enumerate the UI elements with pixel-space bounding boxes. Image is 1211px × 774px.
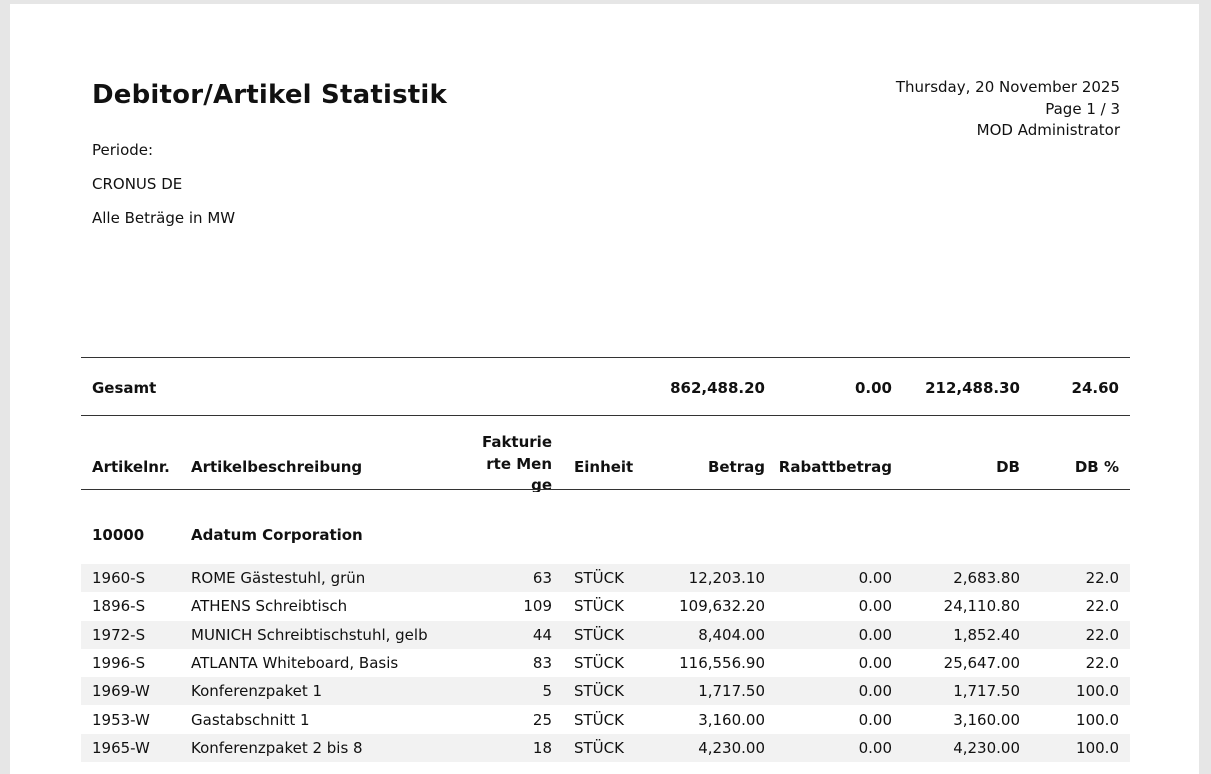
cell-beschreibung: Konferenzpaket 2 bis 8 xyxy=(191,739,363,757)
cell-betrag: 8,404.00 xyxy=(698,626,765,644)
col-db: DB xyxy=(996,458,1020,476)
cell-artikelnr: 1996-S xyxy=(92,654,146,672)
cell-db-pct: 100.0 xyxy=(1076,682,1119,700)
company-name: CRONUS DE xyxy=(92,175,183,193)
cell-db-pct: 22.0 xyxy=(1085,569,1119,587)
cell-menge: 18 xyxy=(532,739,552,757)
table-row: 1969-W Konferenzpaket 1 5 STÜCK 1,717.50… xyxy=(81,677,1130,705)
cell-menge: 44 xyxy=(532,626,552,644)
cell-db-pct: 100.0 xyxy=(1076,711,1119,729)
cell-rabatt: 0.00 xyxy=(858,626,892,644)
report-title: Debitor/Artikel Statistik xyxy=(92,80,447,110)
cell-betrag: 12,203.10 xyxy=(688,569,765,587)
col-beschreibung: Artikelbeschreibung xyxy=(191,458,363,476)
cell-rabatt: 0.00 xyxy=(858,654,892,672)
customer-name: Adatum Corporation xyxy=(191,526,363,544)
cell-db: 3,160.00 xyxy=(953,711,1020,729)
periode-label: Periode: xyxy=(92,141,154,159)
cell-db: 2,683.80 xyxy=(953,569,1020,587)
customer-no: 10000 xyxy=(92,526,145,544)
cell-menge: 5 xyxy=(542,682,552,700)
cell-rabatt: 0.00 xyxy=(858,682,892,700)
cell-rabatt: 0.00 xyxy=(858,569,892,587)
cell-db-pct: 22.0 xyxy=(1085,654,1119,672)
cell-db-pct: 22.0 xyxy=(1085,626,1119,644)
cell-db-pct: 22.0 xyxy=(1085,597,1119,615)
cell-betrag: 3,160.00 xyxy=(698,711,765,729)
cell-db: 24,110.80 xyxy=(943,597,1020,615)
table-row: 1965-W Konferenzpaket 2 bis 8 18 STÜCK 4… xyxy=(81,734,1130,762)
cell-artikelnr: 1896-S xyxy=(92,597,146,615)
table-row: 1953-W Gastabschnitt 1 25 STÜCK 3,160.00… xyxy=(81,706,1130,734)
table-row: 1896-S ATHENS Schreibtisch 109 STÜCK 109… xyxy=(81,592,1130,620)
cell-menge: 25 xyxy=(532,711,552,729)
cell-betrag: 109,632.20 xyxy=(679,597,765,615)
total-top-rule xyxy=(81,357,1130,358)
cell-betrag: 116,556.90 xyxy=(679,654,765,672)
cell-artikelnr: 1972-S xyxy=(92,626,146,644)
cell-rabatt: 0.00 xyxy=(858,597,892,615)
cell-db: 1,852.40 xyxy=(953,626,1020,644)
cell-db: 25,647.00 xyxy=(943,654,1020,672)
report-meta: Thursday, 20 November 2025 Page 1 / 3 MO… xyxy=(896,77,1120,142)
total-label: Gesamt xyxy=(92,379,157,397)
cell-db-pct: 100.0 xyxy=(1076,739,1119,757)
cell-artikelnr: 1953-W xyxy=(92,711,150,729)
col-rabatt: Rabattbetrag xyxy=(778,458,892,476)
total-rabatt: 0.00 xyxy=(854,379,892,397)
cell-rabatt: 0.00 xyxy=(858,711,892,729)
report-page: Debitor/Artikel Statistik Thursday, 20 N… xyxy=(10,4,1199,774)
cell-beschreibung: ROME Gästestuhl, grün xyxy=(191,569,366,587)
cell-beschreibung: Gastabschnitt 1 xyxy=(191,711,310,729)
cell-menge: 63 xyxy=(532,569,552,587)
cell-betrag: 4,230.00 xyxy=(698,739,765,757)
col-menge: Fakturierte Menge xyxy=(481,433,552,492)
total-db: 212,488.30 xyxy=(925,379,1020,397)
cell-beschreibung: MUNICH Schreibtischstuhl, gelb xyxy=(191,626,428,644)
cell-artikelnr: 1965-W xyxy=(92,739,150,757)
cell-db: 4,230.00 xyxy=(953,739,1020,757)
header-bottom-rule xyxy=(81,489,1130,490)
report-date: Thursday, 20 November 2025 xyxy=(895,78,1120,96)
cell-beschreibung: Konferenzpaket 1 xyxy=(191,682,323,700)
cell-menge: 109 xyxy=(523,597,552,615)
col-db-pct: DB % xyxy=(1074,458,1119,476)
cell-menge: 83 xyxy=(532,654,552,672)
total-db-pct: 24.60 xyxy=(1071,379,1119,397)
table-row: 1960-S ROME Gästestuhl, grün 63 STÜCK 12… xyxy=(81,564,1130,592)
table-row: 1972-S MUNICH Schreibtischstuhl, gelb 44… xyxy=(81,621,1130,649)
cell-db: 1,717.50 xyxy=(953,682,1020,700)
cell-beschreibung: ATLANTA Whiteboard, Basis xyxy=(191,654,399,672)
cell-beschreibung: ATHENS Schreibtisch xyxy=(191,597,348,615)
col-betrag: Betrag xyxy=(707,458,765,476)
cell-rabatt: 0.00 xyxy=(858,739,892,757)
cell-artikelnr: 1969-W xyxy=(92,682,150,700)
header-top-rule xyxy=(81,415,1130,416)
amounts-note: Alle Beträge in MW xyxy=(92,209,236,227)
page-number: Page 1 / 3 xyxy=(1045,99,1120,118)
col-artikelnr: Artikelnr. xyxy=(92,458,170,476)
cell-artikelnr: 1960-S xyxy=(92,569,146,587)
report-user: MOD Administrator xyxy=(976,121,1120,139)
total-betrag: 862,488.20 xyxy=(670,379,765,397)
table-row: 1996-S ATLANTA Whiteboard, Basis 83 STÜC… xyxy=(81,649,1130,677)
cell-betrag: 1,717.50 xyxy=(698,682,765,700)
